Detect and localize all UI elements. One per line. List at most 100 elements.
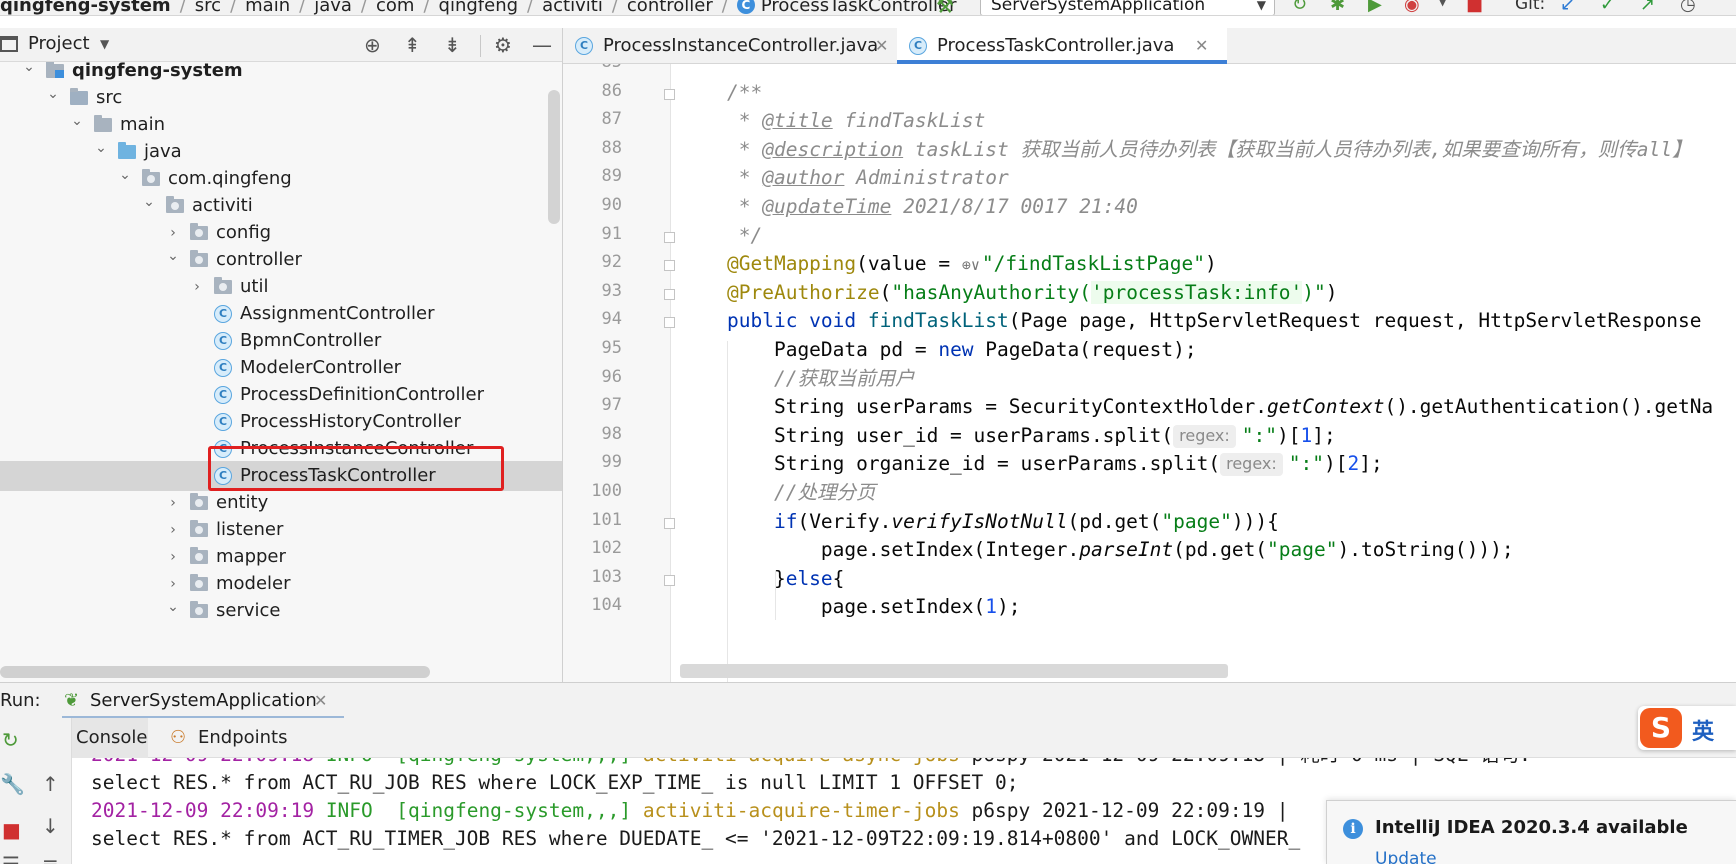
breadcrumb-item[interactable]: controller — [627, 0, 713, 15]
close-icon[interactable]: ✕ — [1195, 28, 1208, 64]
tree-item[interactable]: › mapper — [0, 542, 562, 572]
ime-indicator[interactable]: S 英 — [1638, 706, 1736, 750]
wrench-icon[interactable]: 🔧 — [0, 772, 25, 796]
close-icon[interactable]: ✕ — [875, 28, 888, 64]
fold-marker-icon[interactable] — [664, 288, 675, 300]
tree-item[interactable]: C AssignmentController — [0, 299, 562, 329]
git-push-icon[interactable]: ↗ — [1640, 0, 1655, 15]
code-line[interactable]: */ — [727, 220, 763, 251]
run-configuration-select[interactable]: ServerSystemApplication ▼ — [980, 0, 1275, 15]
tree-vertical-scrollbar[interactable] — [548, 90, 560, 224]
tree-item[interactable]: C BpmnController — [0, 326, 562, 356]
code-line[interactable]: page.setIndex(Integer.parseInt(pd.get("p… — [727, 534, 1514, 565]
tree-item[interactable]: › modeler — [0, 569, 562, 599]
project-panel-title[interactable]: Project — [28, 33, 90, 54]
update-link[interactable]: Update — [1375, 849, 1437, 864]
rerun-icon[interactable]: ↻ — [2, 728, 19, 752]
breadcrumb-item[interactable]: com — [376, 0, 414, 15]
chevron-down-icon[interactable]: ⌄ — [118, 160, 132, 190]
code-line[interactable]: public void findTaskList(Page page, Http… — [727, 305, 1701, 336]
tree-item[interactable]: ⌄ com.qingfeng — [0, 164, 562, 194]
scroll-up-icon[interactable]: ↑ — [42, 772, 59, 796]
tree-item[interactable]: C ProcessDefinitionController — [0, 380, 562, 410]
chevron-down-icon[interactable]: ⌄ — [22, 62, 36, 82]
tree-item[interactable]: C ProcessHistoryController — [0, 407, 562, 437]
tab-endpoints[interactable]: ⚇ Endpoints — [166, 718, 296, 758]
tab-process-instance-controller[interactable]: C ProcessInstanceController.java ✕ — [563, 28, 897, 64]
code-line[interactable]: @PreAuthorize("hasAnyAuthority('processT… — [727, 277, 1338, 308]
chevron-down-icon[interactable]: ⌄ — [94, 133, 108, 163]
editor-horizontal-scrollbar[interactable] — [680, 664, 1228, 678]
tree-item[interactable]: ⌄ service — [0, 596, 562, 626]
run-coverage-icon[interactable]: ▶ — [1368, 0, 1382, 15]
tree-item[interactable]: ⌄ src — [0, 83, 562, 113]
run-config-tab[interactable]: ❦ ServerSystemApplication ✕ — [62, 683, 344, 719]
fold-marker-icon[interactable] — [664, 260, 675, 272]
expand-all-icon[interactable]: ⇞ — [404, 33, 421, 57]
code-editor[interactable]: /** * @title findTaskList * @description… — [672, 64, 1736, 682]
fold-marker-icon[interactable] — [664, 231, 675, 243]
code-line[interactable]: if(Verify.verifyIsNotNull(pd.get("page")… — [727, 506, 1279, 537]
breadcrumb-item[interactable]: qingfeng-system — [0, 0, 171, 15]
profile-icon[interactable]: ◉ — [1404, 0, 1420, 15]
more-chevron-icon[interactable]: ▼ — [1438, 0, 1447, 8]
history-icon[interactable]: ◷ — [1680, 0, 1696, 15]
tab-process-task-controller[interactable]: C ProcessTaskController.java ✕ — [897, 28, 1227, 64]
chevron-right-icon[interactable]: › — [166, 515, 180, 545]
code-line[interactable]: //获取当前用户 — [727, 363, 915, 394]
tree-item[interactable]: › config — [0, 218, 562, 248]
code-line[interactable]: * @author Administrator — [727, 162, 1009, 193]
fold-marker-icon[interactable] — [664, 517, 675, 529]
chevron-down-icon[interactable]: ⌄ — [166, 241, 180, 271]
locate-target-icon[interactable]: ⊕ — [364, 33, 381, 57]
collapse-all-icon[interactable]: ⇟ — [444, 33, 461, 57]
code-line[interactable]: String userParams = SecurityContextHolde… — [727, 391, 1713, 422]
chevron-down-icon[interactable]: ⌄ — [166, 592, 180, 622]
build-hammer-icon[interactable]: ⚒ — [936, 0, 954, 15]
code-line[interactable]: PageData pd = new PageData(request); — [727, 334, 1197, 365]
code-line[interactable]: String organize_id = userParams.split(re… — [727, 448, 1383, 479]
code-line[interactable]: * @description taskList 获取当前人员待办列表【获取当前人… — [727, 134, 1692, 165]
chevron-down-icon[interactable]: ▼ — [100, 37, 109, 51]
tree-horizontal-scrollbar[interactable] — [0, 666, 430, 678]
rerun-icon[interactable]: ↻ — [1292, 0, 1307, 15]
chevron-down-icon[interactable]: ⌄ — [142, 187, 156, 217]
stop-icon[interactable]: ■ — [1466, 0, 1483, 15]
code-line[interactable]: * @title findTaskList — [727, 105, 986, 136]
chevron-right-icon[interactable]: › — [166, 488, 180, 518]
tree-item[interactable]: C ModelerController — [0, 353, 562, 383]
breadcrumb-item[interactable]: qingfeng — [439, 0, 519, 15]
tree-item[interactable]: › util — [0, 272, 562, 302]
git-update-icon[interactable]: ↙ — [1560, 0, 1575, 15]
breadcrumb-item[interactable]: main — [245, 0, 290, 15]
fold-marker-icon[interactable] — [664, 317, 675, 329]
breadcrumb-item[interactable]: activiti — [542, 0, 603, 15]
minimize-icon[interactable]: — — [532, 33, 552, 57]
breadcrumb-item[interactable]: src — [195, 0, 221, 15]
git-commit-icon[interactable]: ✓ — [1600, 0, 1615, 15]
fold-marker-icon[interactable] — [664, 88, 675, 100]
code-line[interactable]: String user_id = userParams.split(regex:… — [727, 420, 1336, 451]
wrap-icon[interactable]: ≡ — [42, 852, 59, 864]
breadcrumb-item[interactable]: java — [314, 0, 352, 15]
tree-item[interactable]: ⌄ java — [0, 137, 562, 167]
code-line[interactable]: //处理分页 — [727, 477, 876, 508]
code-line[interactable]: /** — [727, 77, 762, 108]
chevron-right-icon[interactable]: › — [190, 272, 204, 302]
code-line[interactable]: @GetMapping(value = ⊕∨ "/findTaskListPage… — [727, 248, 1217, 279]
tree-item[interactable]: ⌄ main — [0, 110, 562, 140]
close-icon[interactable]: ✕ — [314, 683, 327, 719]
fold-marker-icon[interactable] — [664, 574, 675, 586]
tree-item[interactable]: ⌄ controller — [0, 245, 562, 275]
debug-icon[interactable]: ✱ — [1330, 0, 1345, 15]
scroll-down-icon[interactable]: ↓ — [42, 814, 59, 838]
menu-icon[interactable]: ☰ — [2, 852, 20, 864]
chevron-right-icon[interactable]: › — [166, 542, 180, 572]
tree-item[interactable]: › listener — [0, 515, 562, 545]
tree-item[interactable]: ⌄ activiti — [0, 191, 562, 221]
stop-icon[interactable]: ■ — [2, 818, 21, 842]
chevron-down-icon[interactable]: ⌄ — [46, 79, 60, 109]
breadcrumb-item[interactable]: ProcessTaskController — [761, 0, 957, 15]
code-line[interactable]: * @updateTime 2021/8/17 0017 21:40 — [727, 191, 1138, 222]
code-line[interactable]: }else{ — [727, 563, 844, 594]
